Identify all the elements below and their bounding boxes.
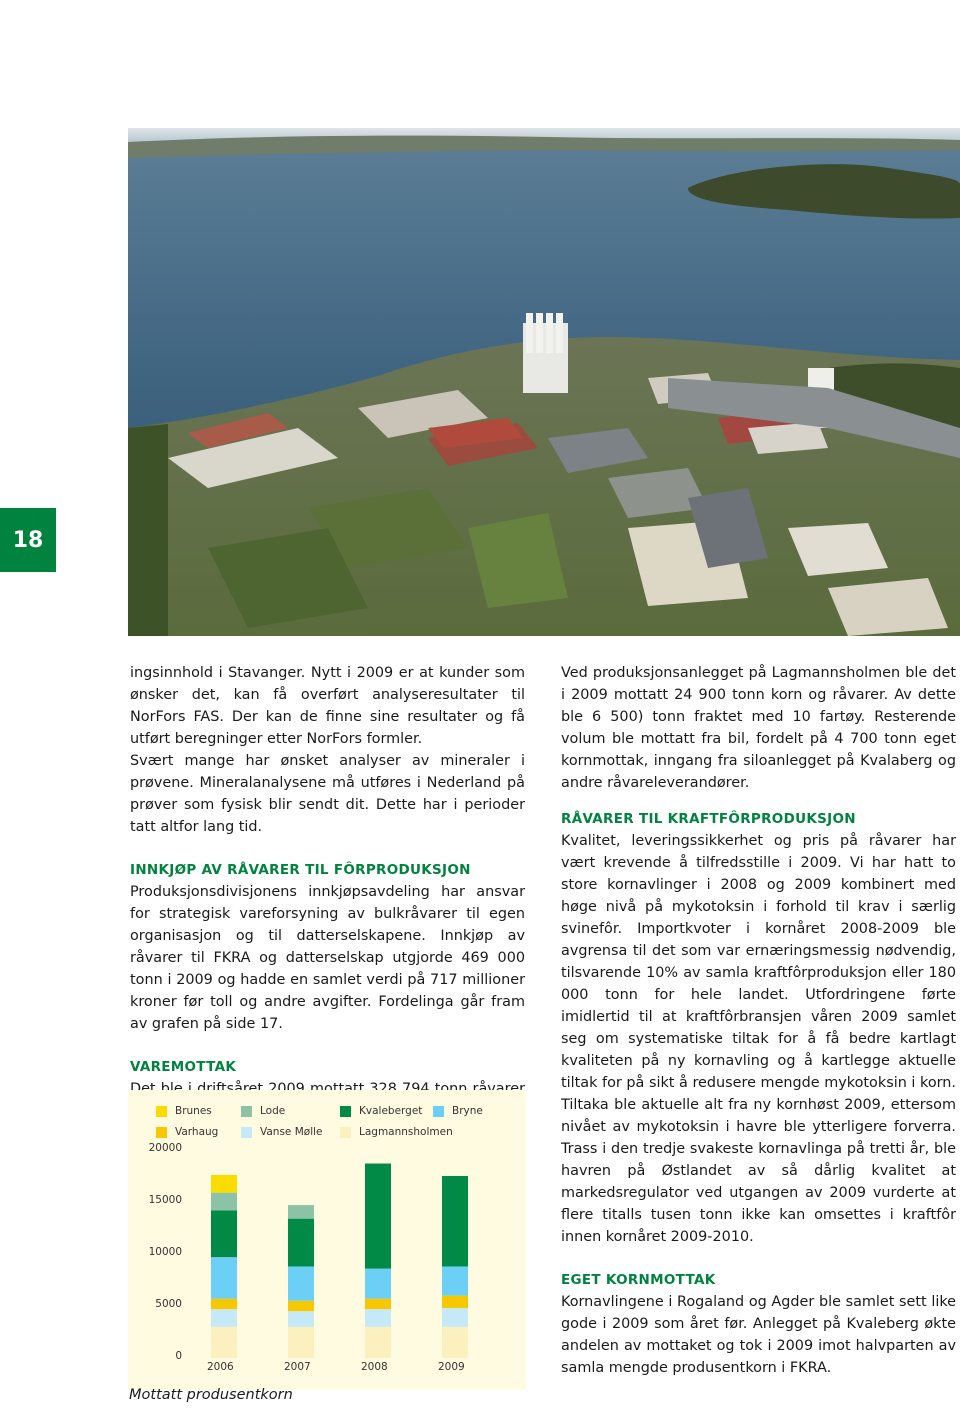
x-tick-label: 2006 — [207, 1361, 234, 1373]
bar-segment-lode — [211, 1192, 237, 1211]
bar-segment-bryne — [288, 1266, 314, 1301]
section-heading: RÅVARER TIL KRAFTFÔRPRODUKSJON — [561, 811, 856, 827]
paragraph: Ved produksjonsanlegget på Lagmannsholme… — [561, 665, 956, 791]
bar-segment-varhaug — [365, 1298, 391, 1310]
paragraph: Svært mange har ønsket analyser av miner… — [130, 753, 525, 835]
bar-segment-lagmannsholmen — [442, 1326, 468, 1358]
bar-segment-kvaleberget — [442, 1176, 468, 1267]
x-tick-label: 2007 — [284, 1361, 311, 1373]
paragraph: Produksjonsdivisjonens innkjøpsavdeling … — [130, 884, 525, 1032]
bar-segment-vanse-molle — [442, 1308, 468, 1327]
bar-segment-bryne — [442, 1266, 468, 1296]
section-heading: VAREMOTTAK — [130, 1059, 237, 1075]
x-tick-label: 2008 — [361, 1361, 388, 1373]
bar-segment-varhaug — [211, 1298, 237, 1310]
paragraph: ingsinnhold i Stavanger. Nytt i 2009 er … — [130, 665, 525, 747]
bar-segment-lagmannsholmen — [288, 1326, 314, 1358]
bar-segment-kvaleberget — [365, 1163, 391, 1269]
aerial-photo — [128, 128, 960, 636]
bar-segment-vanse-molle — [211, 1309, 237, 1327]
chart: Brunes Lode Kvaleberget Bryne Varhaug Vanse M… — [128, 1090, 526, 1390]
left-column: ingsinnhold i Stavanger. Nytt i 2009 er … — [130, 662, 525, 1144]
bar-segment-kvaleberget — [288, 1218, 314, 1267]
bar-segment-kvaleberget — [211, 1210, 237, 1258]
bar-segment-lagmannsholmen — [211, 1326, 237, 1358]
section-heading: INNKJØP AV RÅVARER TIL FÔRPRODUKSJON — [130, 862, 471, 878]
right-column: Ved produksjonsanlegget på Lagmannsholme… — [561, 662, 956, 1379]
bar-segment-varhaug — [288, 1300, 314, 1312]
bar-segment-vanse-molle — [288, 1311, 314, 1327]
chart-caption: Mottatt produsentkorn — [129, 1387, 293, 1403]
bar-segment-bryne — [365, 1268, 391, 1299]
bar-segment-vanse-molle — [365, 1309, 391, 1327]
x-tick-label: 2009 — [438, 1361, 465, 1373]
bar-segment-varhaug — [442, 1295, 468, 1309]
bar-segment-bryne — [211, 1257, 237, 1299]
section-heading: EGET KORNMOTTAK — [561, 1272, 716, 1288]
paragraph: Kvalitet, leveringssikkerhet og pris på … — [561, 833, 956, 1245]
bar-segment-lagmannsholmen — [365, 1326, 391, 1358]
page-number: 18 — [0, 508, 56, 572]
bar-segment-brunes — [211, 1174, 237, 1193]
paragraph: Kornavlingene i Rogaland og Agder ble sa… — [561, 1294, 956, 1376]
bar-segment-lode — [288, 1205, 314, 1219]
chart-plot — [211, 1163, 468, 1358]
